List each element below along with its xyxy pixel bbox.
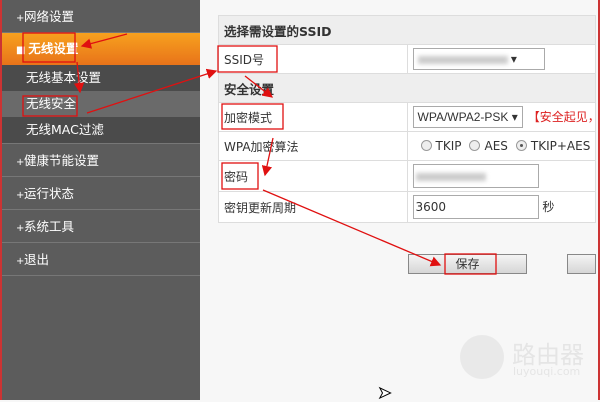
menu-health[interactable]: +健康节能设置 <box>2 144 200 177</box>
security-header: 安全设置 <box>218 73 596 103</box>
algo-label: WPA加密算法 <box>218 131 408 161</box>
watermark-url: luyouqi.com <box>513 365 581 378</box>
menu-wireless[interactable]: ■ 无线设置 <box>2 33 200 65</box>
mode-value: WPA/WPA2-PSK <box>417 110 509 124</box>
menu-label: 系统工具 <box>24 219 75 234</box>
secondary-button[interactable] <box>567 254 596 274</box>
radio-tkip[interactable] <box>420 140 432 151</box>
menu-label: 网络设置 <box>24 9 75 24</box>
radio-label: AES <box>484 139 508 153</box>
menu-label: 无线设置 <box>28 41 79 56</box>
mode-select[interactable]: WPA/WPA2-PSK ▾ <box>412 106 523 128</box>
radio-aes[interactable] <box>469 140 481 151</box>
mode-label: 加密模式 <box>218 102 408 132</box>
main-panel: 选择需设置的SSID SSID号 ▾ 安全设置 加密模式 WPA/WPA2-PS… <box>200 0 600 400</box>
ssid-header: 选择需设置的SSID <box>218 15 596 45</box>
plus-icon: + <box>16 157 25 168</box>
menu-status[interactable]: +运行状态 <box>2 177 200 210</box>
renew-input[interactable]: 3600 <box>412 195 539 219</box>
submenu-wireless-security[interactable]: 无线安全 <box>2 91 200 117</box>
ssid-label: SSID号 <box>218 44 408 74</box>
plus-icon: + <box>16 223 25 234</box>
ssid-select[interactable]: ▾ <box>412 48 545 70</box>
password-input[interactable] <box>412 164 539 188</box>
settings-table: 选择需设置的SSID SSID号 ▾ 安全设置 加密模式 WPA/WPA2-PS… <box>218 15 600 223</box>
blurred-password <box>415 172 486 181</box>
mode-warning: 【安全起见，推荐 <box>527 110 600 124</box>
router-logo-icon <box>460 335 504 379</box>
watermark: 路由器 luyouqi.com <box>455 335 595 385</box>
menu-network[interactable]: +网络设置 <box>2 0 200 33</box>
menu-logout[interactable]: +退出 <box>2 243 200 276</box>
menu-label: 退出 <box>24 252 50 267</box>
dropdown-arrow-icon: ▾ <box>510 52 517 66</box>
menu-label: 运行状态 <box>24 186 75 201</box>
plus-icon: + <box>16 13 25 24</box>
blurred-ssid <box>417 55 508 64</box>
radio-tkip-aes[interactable] <box>515 140 527 151</box>
plus-icon: + <box>16 190 25 201</box>
submenu-wireless-basic[interactable]: 无线基本设置 <box>2 65 200 91</box>
save-button[interactable]: 保存 <box>408 254 527 274</box>
radio-label: TKIP+AES <box>530 139 591 153</box>
sidebar: +网络设置 ■ 无线设置 无线基本设置 无线安全 无线MAC过滤 +健康节能设置… <box>0 0 200 400</box>
mouse-cursor-icon: ➤ <box>377 383 392 402</box>
renew-unit: 秒 <box>542 200 555 214</box>
password-label: 密码 <box>218 160 408 192</box>
menu-label: 健康节能设置 <box>24 153 100 168</box>
plus-icon: + <box>16 256 25 267</box>
bullet-icon: ■ <box>16 45 26 56</box>
dropdown-arrow-icon: ▾ <box>511 110 518 124</box>
radio-label: TKIP <box>435 139 462 153</box>
submenu-mac-filter[interactable]: 无线MAC过滤 <box>2 117 200 144</box>
menu-tools[interactable]: +系统工具 <box>2 210 200 243</box>
renew-label: 密钥更新周期 <box>218 191 408 223</box>
